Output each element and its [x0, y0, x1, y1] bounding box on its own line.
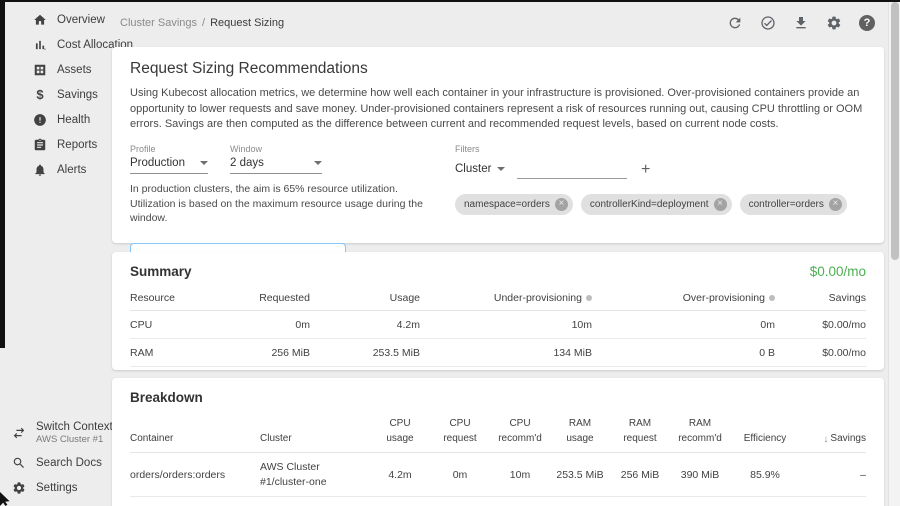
- window-top-edge: [0, 0, 900, 2]
- download-icon[interactable]: [793, 15, 809, 31]
- sidebar-item-search-docs[interactable]: Search Docs: [5, 450, 105, 475]
- bar-chart-icon: [33, 38, 47, 52]
- breadcrumb: Cluster Savings/Request Sizing: [120, 17, 284, 29]
- sidebar-item-label: Settings: [36, 482, 78, 494]
- assets-grid-icon: [33, 63, 47, 77]
- sidebar-item-label: Savings: [57, 89, 98, 101]
- sidebar-item-label: Alerts: [57, 164, 86, 176]
- filter-value-input[interactable]: [517, 161, 627, 179]
- sidebar-item-settings[interactable]: Settings: [5, 475, 105, 500]
- chevron-down-icon: [497, 167, 505, 171]
- chevron-down-icon: [314, 161, 322, 165]
- vertical-scrollbar[interactable]: [888, 0, 900, 506]
- settings-icon[interactable]: [826, 15, 842, 31]
- filters-section: Filters Cluster + namespace=orders × con…: [455, 144, 847, 226]
- table-row: RAM 256 MiB 253.5 MiB 134 MiB 0 B $0.00/…: [130, 339, 866, 367]
- add-filter-icon[interactable]: +: [641, 162, 650, 179]
- window-left-edge: [0, 0, 5, 348]
- filter-chip: controller=orders ×: [740, 194, 847, 215]
- check-circle-icon[interactable]: [760, 15, 776, 31]
- page-description: Using Kubecost allocation metrics, we de…: [130, 86, 866, 133]
- sidebar-item-label: Health: [57, 114, 90, 126]
- search-icon: [12, 456, 26, 470]
- remove-chip-icon[interactable]: ×: [555, 198, 568, 211]
- scrollbar-thumb[interactable]: [891, 2, 899, 260]
- breakdown-title: Breakdown: [130, 378, 866, 405]
- topbar-actions: ?: [727, 15, 875, 31]
- summary-title: Summary: [130, 264, 192, 279]
- window-select-group: Window 2 days: [230, 144, 322, 174]
- health-alert-icon: [33, 113, 47, 127]
- container-cell: orders/orders:orders: [130, 469, 260, 481]
- gear-icon: [12, 481, 26, 495]
- profile-label: Profile: [130, 144, 208, 154]
- remove-chip-icon[interactable]: ×: [714, 198, 727, 211]
- chevron-down-icon: [200, 161, 208, 165]
- summary-total-savings: $0.00/mo: [810, 264, 866, 279]
- filters-label: Filters: [455, 144, 847, 154]
- sidebar-item-label: Reports: [57, 139, 97, 151]
- sidebar-item-alerts[interactable]: Alerts: [5, 157, 105, 182]
- sidebar-item-label: Search Docs: [36, 457, 102, 469]
- breakdown-table-header: Container Cluster CPUusage CPUrequest CP…: [130, 407, 866, 453]
- sidebar-item-assets[interactable]: Assets: [5, 57, 105, 82]
- profile-select-group: Profile Production: [130, 144, 208, 174]
- sidebar-item-reports[interactable]: Reports: [5, 132, 105, 157]
- sidebar-item-health[interactable]: Health: [5, 107, 105, 132]
- refresh-icon[interactable]: [727, 15, 743, 31]
- sidebar-item-cost-allocation[interactable]: Cost Allocation: [5, 32, 105, 57]
- table-row[interactable]: orders/orders:orders AWS Cluster #1/clus…: [130, 453, 866, 497]
- table-row: CPU 0m 4.2m 10m 0m $0.00/mo: [130, 311, 866, 339]
- switch-context-label: Switch Context: [36, 420, 113, 434]
- clipboard-icon: [33, 138, 47, 152]
- breadcrumb-current: Request Sizing: [210, 17, 284, 29]
- summary-table-header: Resource Requested Usage Under-provision…: [130, 285, 866, 311]
- help-icon[interactable]: ?: [859, 15, 875, 31]
- sidebar-item-savings[interactable]: $ Savings: [5, 82, 105, 107]
- filter-chips: namespace=orders × controllerKind=deploy…: [455, 194, 847, 215]
- current-cluster-label: AWS Cluster #1: [36, 434, 113, 446]
- summary-card: Summary $0.00/mo Resource Requested Usag…: [112, 252, 884, 370]
- sort-desc-icon: ↓: [823, 433, 828, 448]
- profile-select[interactable]: Production: [130, 154, 208, 174]
- window-label: Window: [230, 144, 322, 154]
- bell-icon: [33, 163, 47, 177]
- remove-chip-icon[interactable]: ×: [829, 198, 842, 211]
- sidebar-item-switch-context[interactable]: Switch Context AWS Cluster #1: [5, 416, 105, 450]
- sidebar-item-label: Assets: [57, 64, 92, 76]
- filter-chip: controllerKind=deployment ×: [581, 194, 732, 215]
- profile-helper-text: In production clusters, the aim is 65% r…: [130, 182, 440, 226]
- cluster-cell: AWS Cluster #1/cluster-one: [260, 460, 370, 489]
- mouse-cursor: [0, 492, 11, 506]
- home-icon: [33, 13, 47, 27]
- filter-type-select[interactable]: Cluster: [455, 160, 503, 179]
- request-sizing-card: Request Sizing Recommendations Using Kub…: [112, 47, 884, 243]
- sidebar: Overview Cost Allocation Assets $ Saving…: [5, 2, 105, 506]
- breadcrumb-parent[interactable]: Cluster Savings: [120, 17, 197, 29]
- window-select[interactable]: 2 days: [230, 154, 322, 174]
- sidebar-item-label: Overview: [57, 14, 105, 26]
- dollar-icon: $: [33, 88, 47, 102]
- sidebar-item-overview[interactable]: Overview: [5, 7, 105, 32]
- page-title: Request Sizing Recommendations: [130, 47, 866, 78]
- filter-chip: namespace=orders ×: [455, 194, 573, 215]
- breakdown-card: Breakdown Container Cluster CPUusage CPU…: [112, 378, 884, 506]
- swap-arrows-icon: [12, 426, 26, 440]
